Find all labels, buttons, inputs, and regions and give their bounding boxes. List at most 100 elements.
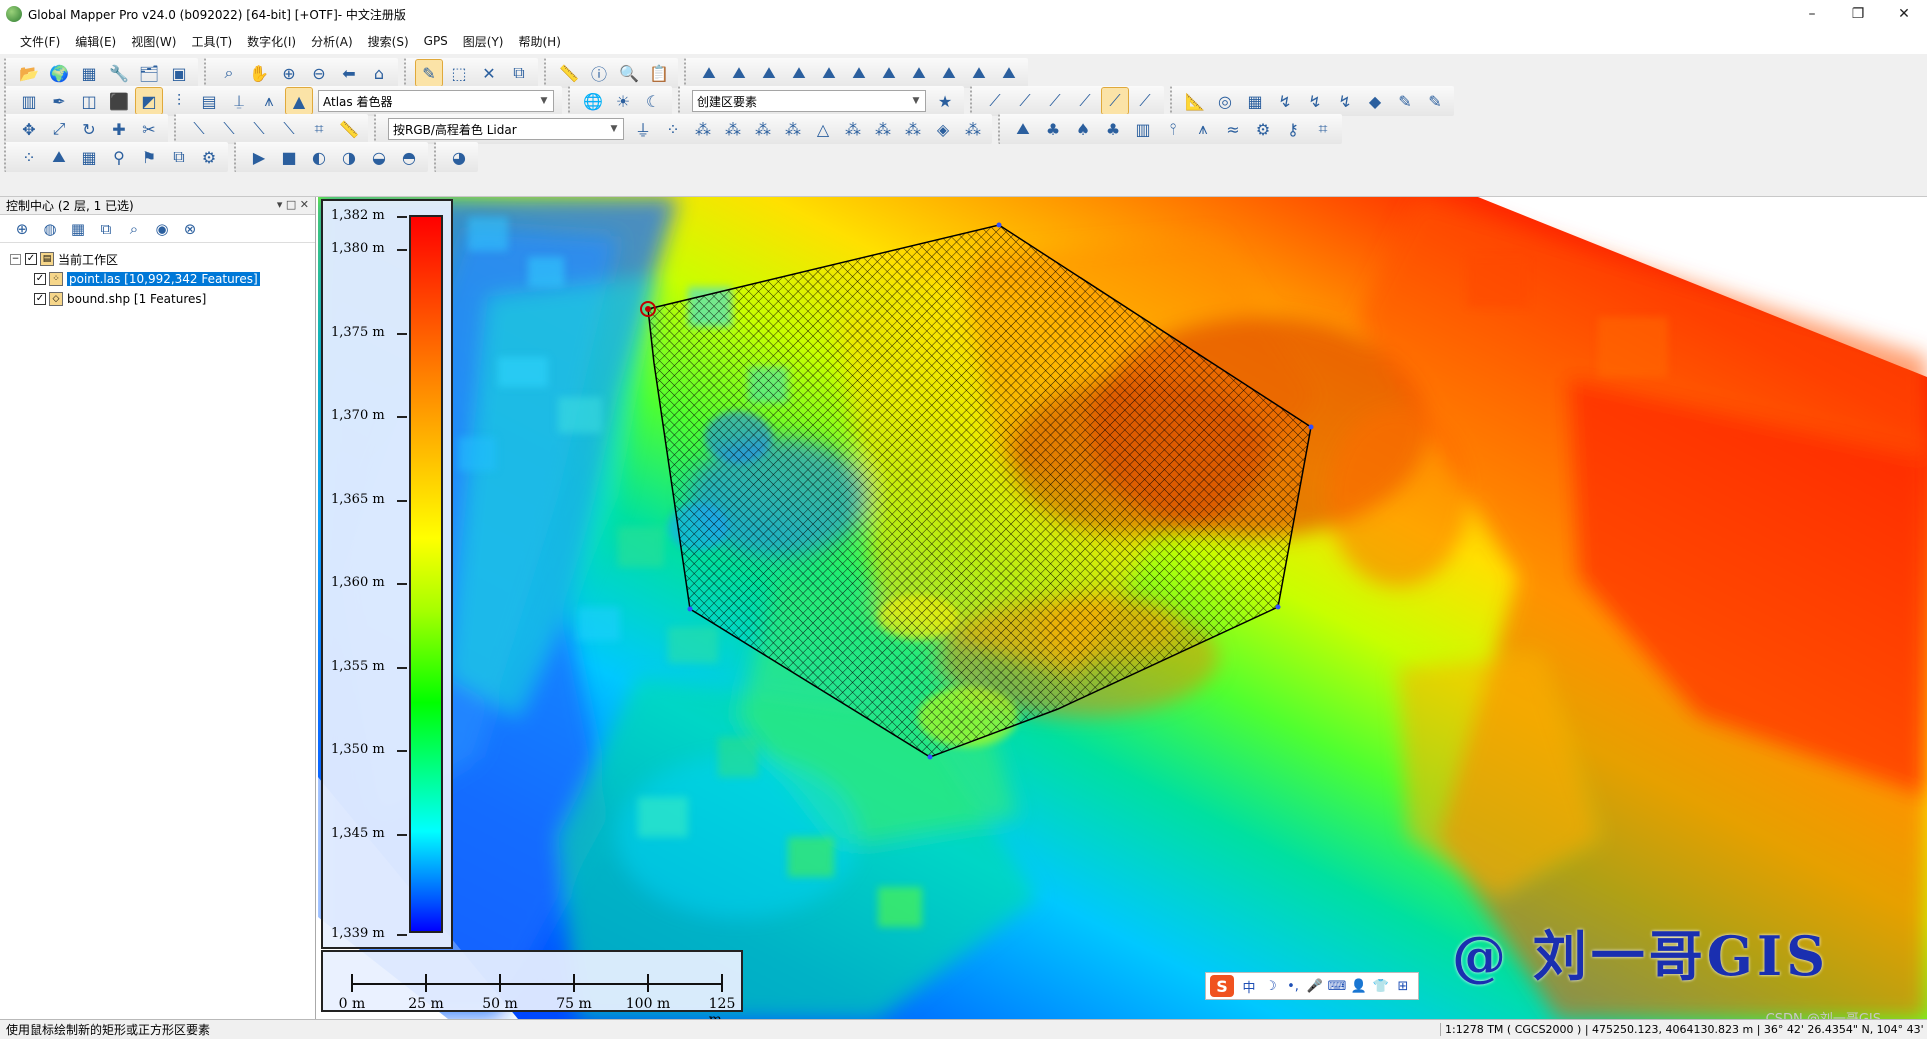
find-icon[interactable]: 🔍 bbox=[616, 60, 642, 86]
terrain-7-icon[interactable]: ⛰ bbox=[876, 60, 902, 86]
ime-item[interactable]: 🎤 bbox=[1304, 979, 1326, 994]
terrain-6-icon[interactable]: ⛰ bbox=[846, 60, 872, 86]
record-4-icon[interactable]: ◓ bbox=[396, 144, 422, 170]
scatter-icon[interactable]: ⁘ bbox=[16, 144, 42, 170]
zoom-out-icon[interactable]: ⊖ bbox=[306, 60, 332, 86]
key-icon[interactable]: ⚷ bbox=[1280, 116, 1306, 142]
zoom-box-icon[interactable]: ⌕ bbox=[216, 60, 242, 86]
tree-1-icon[interactable]: ♣ bbox=[1040, 116, 1066, 142]
workspace-checkbox[interactable]: ✓ bbox=[25, 253, 37, 265]
menu-7[interactable]: GPS bbox=[424, 34, 448, 48]
screenshot-icon[interactable]: ⧉ bbox=[506, 60, 532, 86]
record-2-icon[interactable]: ◑ bbox=[336, 144, 362, 170]
edit-line-2-icon[interactable]: ⟍ bbox=[216, 116, 242, 142]
menu-1[interactable]: 编辑(E) bbox=[75, 33, 116, 50]
points-3-icon[interactable]: ⁂ bbox=[720, 116, 746, 142]
folder-open-icon[interactable]: 📂 bbox=[16, 60, 42, 86]
globe-net-icon[interactable]: 🌐 bbox=[580, 88, 606, 114]
edit-line-3-icon[interactable]: ⟍ bbox=[246, 116, 272, 142]
mountain-dark-icon[interactable]: ⛰ bbox=[1010, 116, 1036, 142]
overview-icon[interactable]: ▣ bbox=[166, 60, 192, 86]
tower-2-icon[interactable]: ⩚ bbox=[1190, 116, 1216, 142]
terrain-9-icon[interactable]: ⛰ bbox=[936, 60, 962, 86]
line-4-icon[interactable]: ⟋ bbox=[1072, 88, 1098, 114]
table-icon[interactable]: ▦ bbox=[66, 217, 90, 241]
profile-icon[interactable]: ⫶ bbox=[166, 88, 192, 114]
eye-icon[interactable]: ◉ bbox=[150, 217, 174, 241]
terrain-10-icon[interactable]: ⛰ bbox=[966, 60, 992, 86]
info-icon[interactable]: ⓘ bbox=[586, 60, 612, 86]
edit-line-1-icon[interactable]: ⟍ bbox=[186, 116, 212, 142]
points-8-icon[interactable]: ⁂ bbox=[900, 116, 926, 142]
terrain-4-icon[interactable]: ⛰ bbox=[786, 60, 812, 86]
points-1-icon[interactable]: ⁘ bbox=[660, 116, 686, 142]
layer-checkbox[interactable]: ✓ bbox=[34, 293, 46, 305]
remove-layer-icon[interactable]: ⊗ bbox=[178, 217, 202, 241]
box-3d-icon[interactable]: ⬛ bbox=[106, 88, 132, 114]
pan-hand-icon[interactable]: ✋ bbox=[246, 60, 272, 86]
terrain-11-icon[interactable]: ⛰ bbox=[996, 60, 1022, 86]
line-3-icon[interactable]: ⟋ bbox=[1042, 88, 1068, 114]
terrain-2-icon[interactable]: ⛰ bbox=[726, 60, 752, 86]
line-2-icon[interactable]: ⟋ bbox=[1012, 88, 1038, 114]
chevron-down-icon[interactable]: ▼ bbox=[537, 93, 551, 109]
stop-icon[interactable]: ■ bbox=[276, 144, 302, 170]
ime-toolbar[interactable]: S 中 ☽ •, 🎤 ⌨ 👤 👕 ⊞ bbox=[1205, 972, 1419, 1000]
terrain-1-icon[interactable]: ⛰ bbox=[696, 60, 722, 86]
back-arrow-icon[interactable]: ⬅ bbox=[336, 60, 362, 86]
shapes-icon[interactable]: ◆ bbox=[1362, 88, 1388, 114]
sun-shade-icon[interactable]: ☀ bbox=[610, 88, 636, 114]
point-2-icon[interactable]: ↯ bbox=[1302, 88, 1328, 114]
menu-4[interactable]: 数字化(I) bbox=[247, 33, 296, 50]
histogram-icon[interactable]: ▤ bbox=[196, 88, 222, 114]
pole-icon[interactable]: ⫯ bbox=[1160, 116, 1186, 142]
edit-line-4-icon[interactable]: ⟍ bbox=[276, 116, 302, 142]
menu-5[interactable]: 分析(A) bbox=[311, 33, 353, 50]
map-view[interactable]: 1,382 m 1,380 m 1,375 m 1,370 m 1,365 m 1,360… bbox=[318, 197, 1927, 1019]
menu-2[interactable]: 视图(W) bbox=[131, 33, 176, 50]
vertex-marker[interactable] bbox=[996, 222, 1002, 228]
workspace-node[interactable]: − ✓ ▤ 当前工作区 bbox=[0, 249, 315, 269]
layer-checkbox[interactable]: ✓ bbox=[34, 273, 46, 285]
target-icon[interactable]: ◎ bbox=[1212, 88, 1238, 114]
measure-1-icon[interactable]: 📐 bbox=[1182, 88, 1208, 114]
vertex-marker[interactable] bbox=[1308, 424, 1314, 430]
split-icon[interactable]: ⧉ bbox=[94, 217, 118, 241]
zoom-in-icon[interactable]: ⊕ bbox=[276, 60, 302, 86]
home-icon[interactable]: ⌂ bbox=[366, 60, 392, 86]
points-7-icon[interactable]: ⁂ bbox=[870, 116, 896, 142]
delete-x-icon[interactable]: ✕ bbox=[476, 60, 502, 86]
water-icon[interactable]: ≈ bbox=[1220, 116, 1246, 142]
tool-icon[interactable]: ⚙ bbox=[196, 144, 222, 170]
menu-6[interactable]: 搜索(S) bbox=[368, 33, 409, 50]
chevron-down-icon[interactable]: ▼ bbox=[909, 93, 923, 109]
shader-combo[interactable]: Atlas 着色器 ▼ bbox=[318, 90, 554, 112]
edit-1-icon[interactable]: ✎ bbox=[1392, 88, 1418, 114]
layer-row[interactable]: ✓ ⁘ point.las [10,992,342 Features] bbox=[0, 269, 315, 289]
create-feature-combo[interactable]: 创建区要素 ▼ bbox=[692, 90, 926, 112]
mesh-icon[interactable]: ◈ bbox=[930, 116, 956, 142]
close-button[interactable]: ✕ bbox=[1881, 0, 1927, 28]
ime-item[interactable]: ⌨ bbox=[1326, 979, 1348, 994]
record-3-icon[interactable]: ◒ bbox=[366, 144, 392, 170]
road-icon[interactable]: ⚙ bbox=[1250, 116, 1276, 142]
flag-icon[interactable]: ⚑ bbox=[136, 144, 162, 170]
menu-8[interactable]: 图层(Y) bbox=[463, 33, 504, 50]
ruler-2-icon[interactable]: 📏 bbox=[336, 116, 362, 142]
ime-item[interactable]: 👕 bbox=[1370, 979, 1392, 994]
select-rect-icon[interactable]: ⬚ bbox=[446, 60, 472, 86]
menu-9[interactable]: 帮助(H) bbox=[519, 33, 561, 50]
path-pen-icon[interactable]: ✒ bbox=[46, 88, 72, 114]
points-5-icon[interactable]: ⁂ bbox=[780, 116, 806, 142]
chevron-down-icon[interactable]: ▼ bbox=[607, 121, 621, 137]
triangle-icon[interactable]: △ bbox=[810, 116, 836, 142]
move-vertex-icon[interactable]: ✚ bbox=[106, 116, 132, 142]
points-6-icon[interactable]: ⁂ bbox=[840, 116, 866, 142]
minimize-button[interactable]: – bbox=[1789, 0, 1835, 28]
reshape-icon[interactable]: ✂ bbox=[136, 116, 162, 142]
terrain-8-icon[interactable]: ⛰ bbox=[906, 60, 932, 86]
move-icon[interactable]: ✥ bbox=[16, 116, 42, 142]
add-layer-icon[interactable]: ⊕ bbox=[10, 217, 34, 241]
tree-2-icon[interactable]: ♣ bbox=[1100, 116, 1126, 142]
building-icon[interactable]: ▥ bbox=[1130, 116, 1156, 142]
